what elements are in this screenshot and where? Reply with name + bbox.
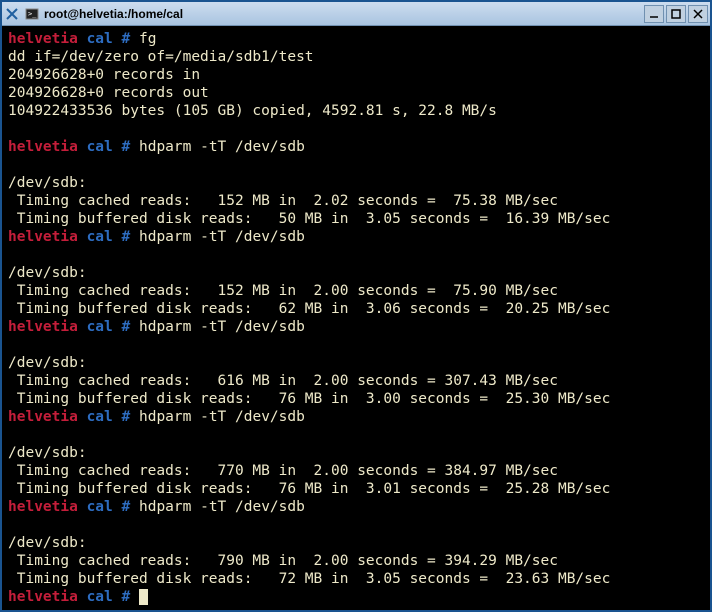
prompt-host: helvetia <box>8 31 78 47</box>
output-line: Timing cached reads: 152 MB in 2.02 seco… <box>8 193 558 209</box>
output-line: Timing buffered disk reads: 76 MB in 3.0… <box>8 391 610 407</box>
minimize-button[interactable] <box>644 5 664 23</box>
prompt-host: helvetia <box>8 319 78 335</box>
command-text: hdparm -tT /dev/sdb <box>139 499 305 515</box>
command-text: fg <box>139 31 156 47</box>
prompt-host: helvetia <box>8 229 78 245</box>
window-title: root@helvetia:/home/cal <box>44 7 644 21</box>
output-line: 204926628+0 records out <box>8 85 209 101</box>
prompt-hash: # <box>122 409 131 425</box>
output-line: dd if=/dev/zero of=/media/sdb1/test <box>8 49 314 65</box>
output-line: Timing buffered disk reads: 50 MB in 3.0… <box>8 211 610 227</box>
prompt-dir: cal <box>87 589 113 605</box>
prompt-hash: # <box>122 31 131 47</box>
output-line: /dev/sdb: <box>8 445 87 461</box>
prompt-dir: cal <box>87 499 113 515</box>
terminal-icon: >_ <box>24 6 40 22</box>
output-line: Timing cached reads: 152 MB in 2.00 seco… <box>8 283 558 299</box>
output-line: /dev/sdb: <box>8 265 87 281</box>
command-text: hdparm -tT /dev/sdb <box>139 409 305 425</box>
output-line: Timing cached reads: 616 MB in 2.00 seco… <box>8 373 558 389</box>
prompt-dir: cal <box>87 139 113 155</box>
command-text: hdparm -tT /dev/sdb <box>139 229 305 245</box>
output-line: 204926628+0 records in <box>8 67 200 83</box>
maximize-button[interactable] <box>666 5 686 23</box>
output-line: /dev/sdb: <box>8 535 87 551</box>
cursor <box>139 589 148 605</box>
app-menu-icon[interactable] <box>4 6 20 22</box>
prompt-dir: cal <box>87 229 113 245</box>
output-line: 104922433536 bytes (105 GB) copied, 4592… <box>8 103 497 119</box>
prompt-dir: cal <box>87 409 113 425</box>
prompt-host: helvetia <box>8 139 78 155</box>
prompt-hash: # <box>122 139 131 155</box>
output-line: Timing cached reads: 770 MB in 2.00 seco… <box>8 463 558 479</box>
prompt-hash: # <box>122 319 131 335</box>
prompt-hash: # <box>122 499 131 515</box>
prompt-host: helvetia <box>8 499 78 515</box>
prompt-host: helvetia <box>8 589 78 605</box>
close-button[interactable] <box>688 5 708 23</box>
output-line: Timing buffered disk reads: 76 MB in 3.0… <box>8 481 610 497</box>
command-text: hdparm -tT /dev/sdb <box>139 319 305 335</box>
titlebar[interactable]: >_ root@helvetia:/home/cal <box>2 2 710 26</box>
prompt-hash: # <box>122 229 131 245</box>
command-text: hdparm -tT /dev/sdb <box>139 139 305 155</box>
prompt-dir: cal <box>87 319 113 335</box>
terminal-window: >_ root@helvetia:/home/cal helvetia cal … <box>0 0 712 612</box>
prompt-hash: # <box>122 589 131 605</box>
window-controls <box>644 5 708 23</box>
svg-text:>_: >_ <box>28 10 37 18</box>
output-line: Timing cached reads: 790 MB in 2.00 seco… <box>8 553 558 569</box>
output-line: /dev/sdb: <box>8 175 87 191</box>
output-line: Timing buffered disk reads: 62 MB in 3.0… <box>8 301 610 317</box>
prompt-host: helvetia <box>8 409 78 425</box>
prompt-dir: cal <box>87 31 113 47</box>
terminal-body[interactable]: helvetia cal # fg dd if=/dev/zero of=/me… <box>2 26 710 610</box>
output-line: /dev/sdb: <box>8 355 87 371</box>
output-line: Timing buffered disk reads: 72 MB in 3.0… <box>8 571 610 587</box>
